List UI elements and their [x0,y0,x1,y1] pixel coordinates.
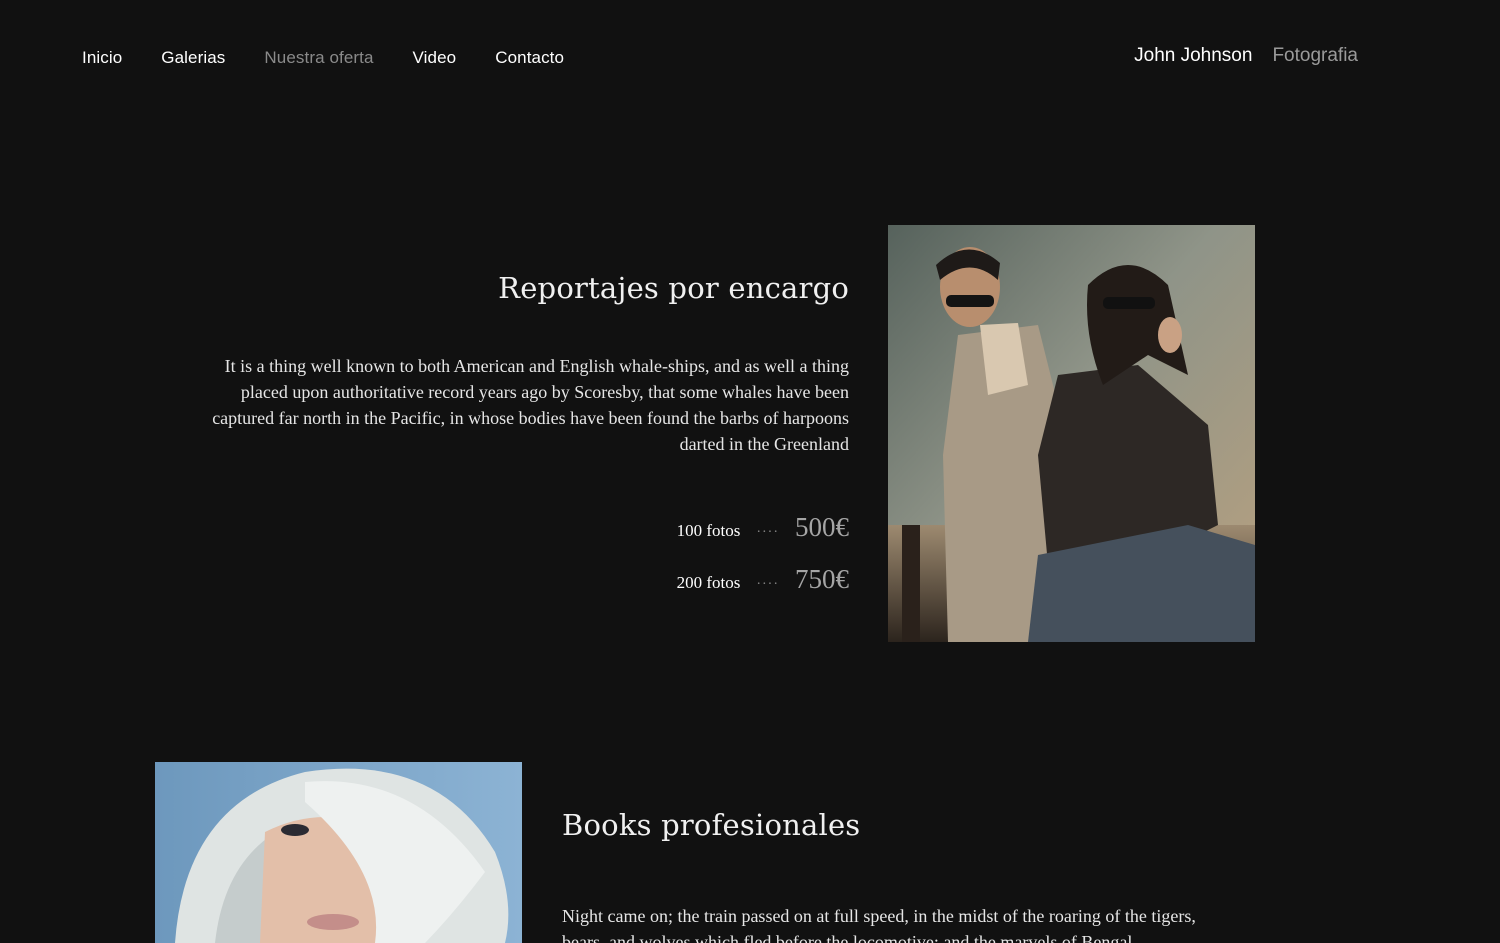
main-nav: Inicio Galerias Nuestra oferta Video Con… [82,46,603,70]
price-list: 100 fotos ···· 500€ 200 fotos ···· 750€ [677,512,849,616]
price-row: 100 fotos ···· 500€ [677,512,849,564]
price-row: 200 fotos ···· 750€ [677,564,849,616]
brand-tagline: Fotografia [1272,45,1358,66]
nav-item-video[interactable]: Video [413,48,457,68]
section-title: Books profesionales [562,808,861,842]
nav-item-galerias[interactable]: Galerias [161,48,225,68]
offer-section-reportajes: Reportajes por encargo It is a thing wel… [200,262,849,594]
nav-item-inicio[interactable]: Inicio [82,48,122,68]
nav-item-nuestra-oferta[interactable]: Nuestra oferta [264,48,373,68]
section-description: It is a thing well known to both America… [212,356,849,454]
brand-logo[interactable]: John Johnson Fotografia [1134,45,1358,67]
nav-item-contacto[interactable]: Contacto [495,48,564,68]
price-value: 500€ [795,512,849,542]
offer-section-books: Books profesionales Night came on; the t… [562,799,1222,943]
couple-photo-illustration [888,225,1255,642]
section-description: Night came on; the train passed on at fu… [562,906,1196,943]
section-title: Reportajes por encargo [498,271,849,305]
couple-photo [888,225,1255,642]
price-value: 750€ [795,564,849,594]
price-label: 200 fotos [676,573,741,592]
price-dots: ···· [756,577,779,592]
blonde-portrait-illustration [155,762,522,943]
price-label: 100 fotos [676,521,741,540]
blonde-portrait-photo [155,762,522,943]
price-dots: ···· [756,525,779,540]
brand-name: John Johnson [1134,45,1253,66]
